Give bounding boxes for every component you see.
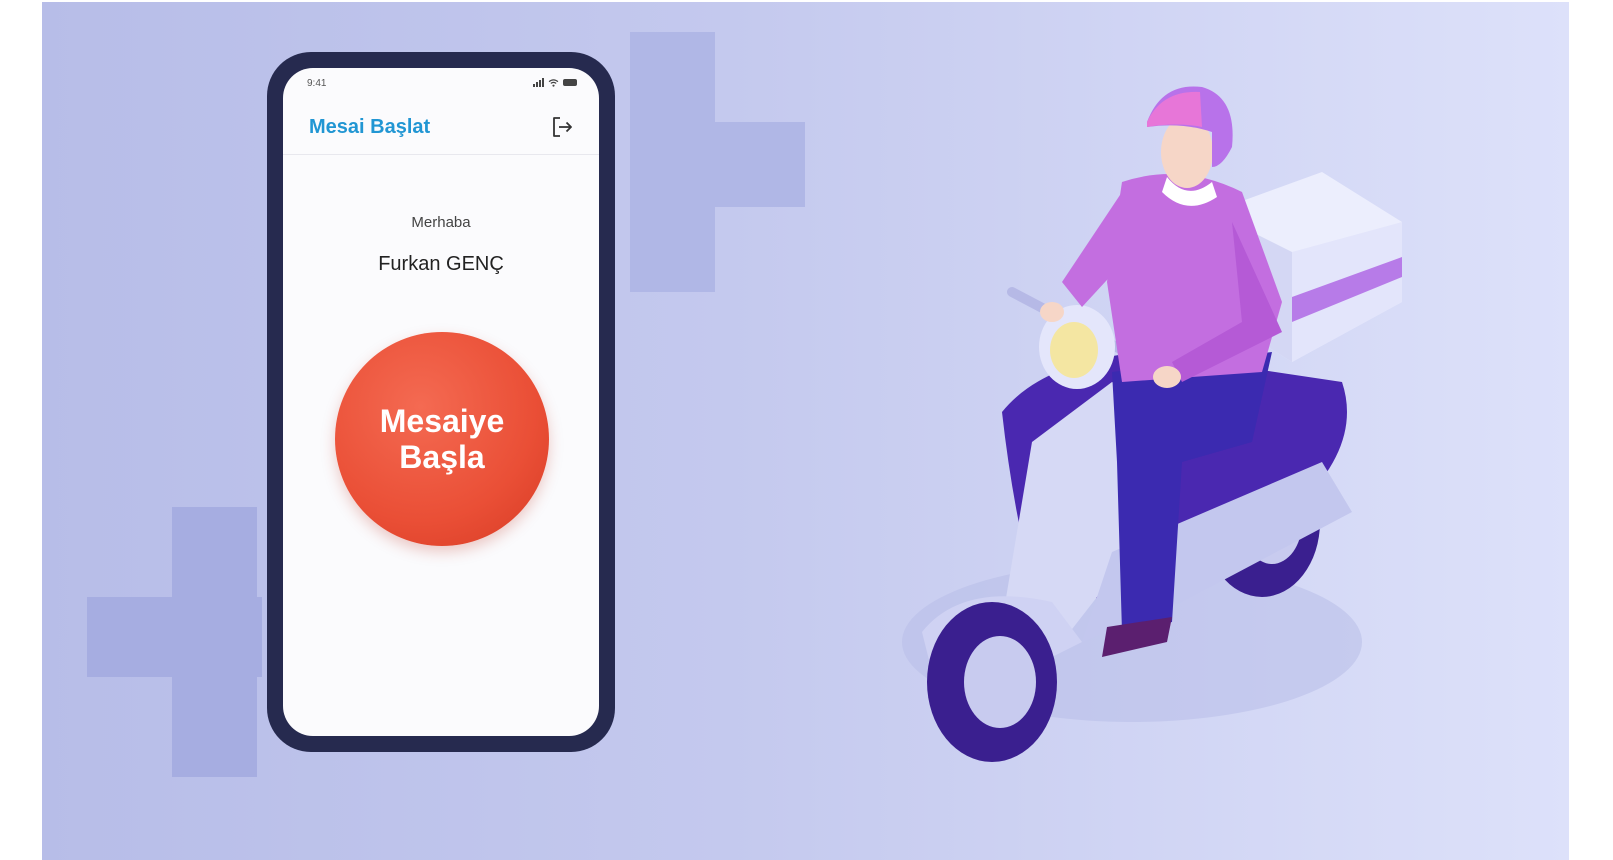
start-shift-button[interactable]: Mesaiye Başla [335, 332, 549, 546]
app-bar: Mesai Başlat [283, 110, 599, 155]
courier-on-scooter-illustration [902, 86, 1402, 762]
user-name: Furkan GENÇ [378, 253, 504, 275]
phone-mockup: 9:41 Mesai Başlat Merhaba Furkan GENÇ Me… [267, 52, 615, 752]
status-time: 9:41 [307, 78, 327, 89]
decorative-block [87, 597, 262, 677]
decorative-block [630, 122, 805, 207]
status-bar: 9:41 [307, 78, 577, 92]
phone-screen: 9:41 Mesai Başlat Merhaba Furkan GENÇ Me… [283, 68, 599, 736]
wifi-icon [548, 78, 559, 87]
start-shift-label-line1: Mesaiye [379, 403, 505, 439]
status-icons [533, 78, 577, 87]
start-shift-label-line2: Başla [399, 439, 485, 475]
logout-icon[interactable] [549, 114, 575, 140]
cellular-signal-icon [533, 78, 544, 87]
page-title: Mesai Başlat [309, 116, 431, 138]
hero-banner: 9:41 Mesai Başlat Merhaba Furkan GENÇ Me… [42, 2, 1569, 860]
battery-icon [563, 79, 577, 86]
greeting-text: Merhaba [411, 214, 471, 231]
